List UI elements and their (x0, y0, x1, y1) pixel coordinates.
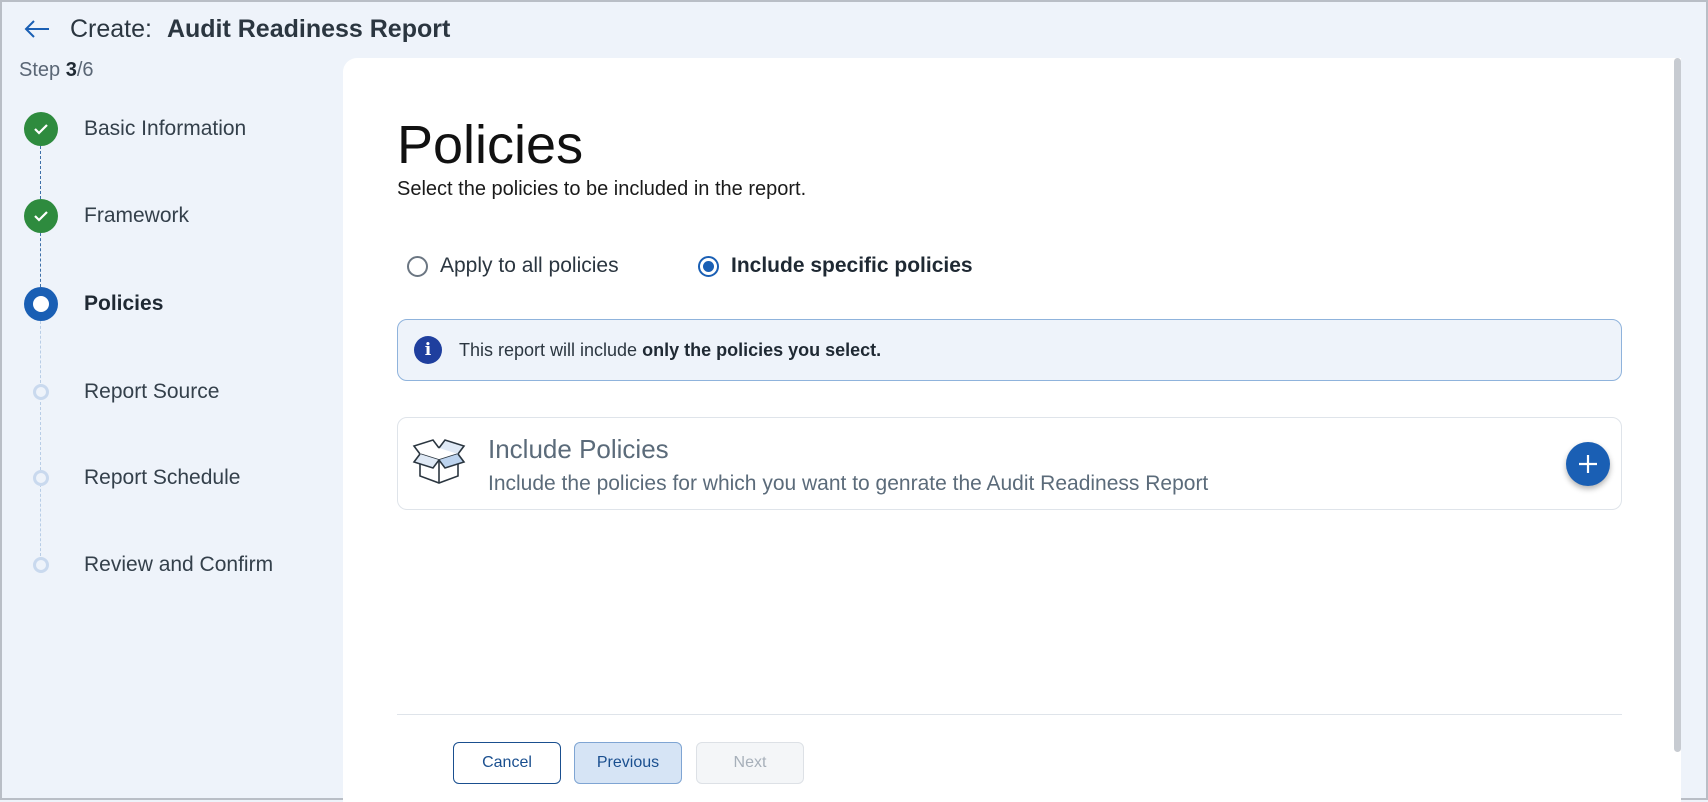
radio-label: Apply to all policies (440, 254, 619, 277)
info-text: This report will include only the polici… (459, 340, 881, 361)
cancel-button[interactable]: Cancel (453, 742, 561, 784)
add-policies-button[interactable] (1566, 442, 1610, 486)
page-title: Policies (397, 115, 584, 175)
step-counter-current: 3 (65, 59, 77, 81)
info-text-bold: only the policies you select. (642, 339, 882, 360)
footer-divider (397, 714, 1622, 715)
header-prefix: Create: (70, 14, 152, 43)
pending-step-icon (33, 384, 49, 400)
radio-label: Include specific policies (731, 254, 973, 277)
radio-apply-all-policies[interactable]: Apply to all policies (407, 254, 619, 278)
back-button[interactable] (20, 14, 54, 44)
vertical-scrollbar[interactable] (1674, 58, 1681, 752)
step-label: Basic Information (84, 117, 247, 140)
page-heading: Create: Audit Readiness Report (70, 15, 450, 44)
radio-checked-icon (698, 255, 719, 277)
info-banner: i This report will include only the poli… (397, 319, 1622, 381)
step-label: Report Source (84, 380, 220, 403)
step-marker (24, 461, 58, 495)
step-label: Framework (84, 204, 190, 227)
step-counter-total: /6 (76, 59, 94, 81)
app-window: Create: Audit Readiness Report Step 3/6 … (0, 0, 1708, 802)
step-counter-label: Step (19, 59, 61, 81)
arrow-left-icon (24, 20, 49, 38)
page-header: Create: Audit Readiness Report (20, 12, 450, 46)
step-label: Review and Confirm (84, 553, 274, 576)
next-button[interactable]: Next (696, 742, 804, 784)
step-label: Report Schedule (84, 466, 241, 489)
pending-step-icon (33, 557, 49, 573)
step-marker (24, 199, 58, 233)
radio-include-specific-policies[interactable]: Include specific policies (698, 254, 973, 278)
include-policies-description: Include the policies for which you want … (488, 472, 1209, 495)
step-framework[interactable]: Framework (2, 196, 342, 236)
check-icon (24, 112, 58, 146)
step-connector (40, 233, 41, 287)
radio-unchecked-icon (407, 255, 428, 277)
include-policies-title: Include Policies (488, 434, 669, 464)
step-marker (24, 112, 58, 146)
check-icon (24, 199, 58, 233)
page-subtitle: Select the policies to be included in th… (397, 178, 807, 200)
plus-icon (1579, 455, 1597, 473)
info-icon: i (414, 336, 442, 364)
step-review-and-confirm[interactable]: Review and Confirm (2, 545, 342, 585)
step-report-schedule[interactable]: Report Schedule (2, 458, 342, 498)
step-policies[interactable]: Policies (2, 284, 342, 324)
include-policies-card: Include Policies Include the policies fo… (397, 417, 1622, 510)
info-text-prefix: This report will include (459, 339, 643, 360)
step-report-source[interactable]: Report Source (2, 372, 342, 412)
step-label: Policies (84, 292, 164, 315)
current-step-icon (24, 287, 58, 321)
step-connector (40, 146, 41, 199)
previous-button[interactable]: Previous (574, 742, 682, 784)
step-marker (24, 287, 58, 321)
step-basic-information[interactable]: Basic Information (2, 109, 342, 149)
header-title: Audit Readiness Report (166, 14, 451, 43)
pending-step-icon (33, 470, 49, 486)
open-box-icon (412, 439, 466, 484)
step-counter: Step 3/6 (19, 59, 94, 82)
step-marker (24, 375, 58, 409)
step-marker (24, 548, 58, 582)
